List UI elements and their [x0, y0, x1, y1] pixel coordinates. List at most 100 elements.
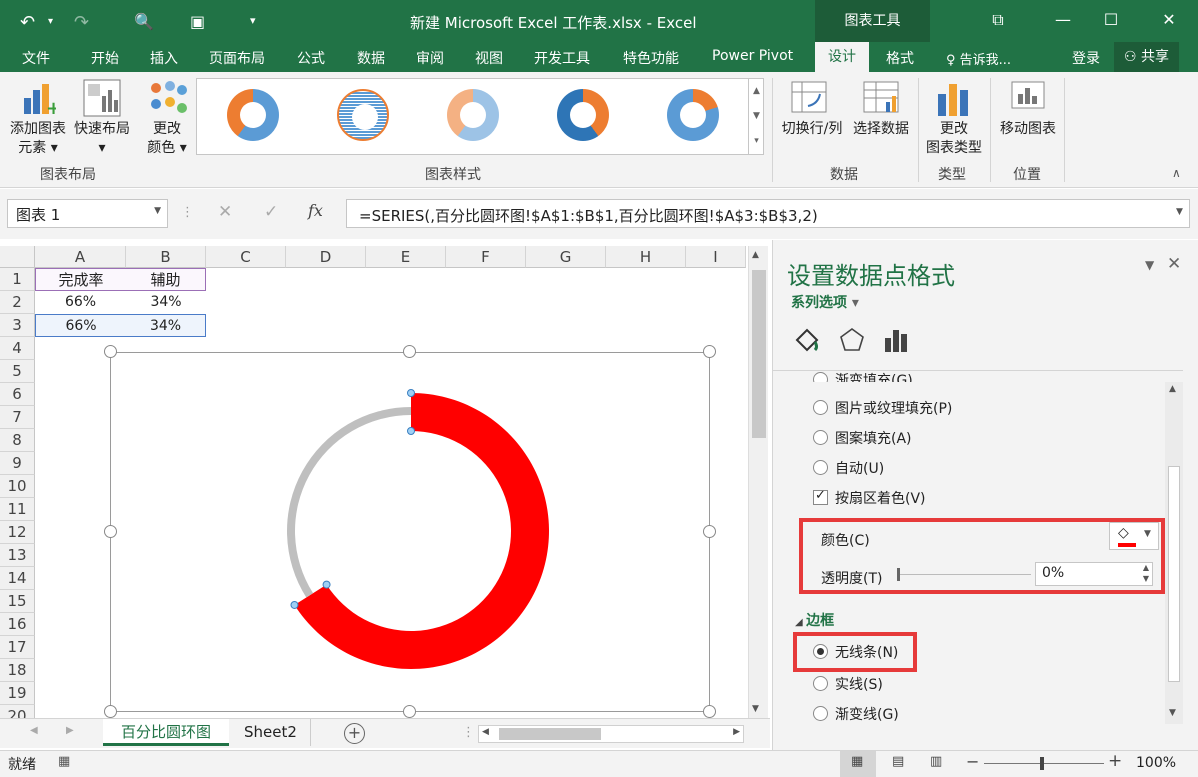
scroll-tabs-right-icon[interactable]: ▶	[66, 725, 74, 736]
row-header[interactable]: 8	[0, 429, 35, 452]
column-header[interactable]: E	[366, 246, 446, 268]
slice-selection-handle[interactable]	[322, 580, 331, 589]
row-header[interactable]: 10	[0, 475, 35, 498]
gallery-scroll[interactable]: ▲ ▼ ▾	[748, 79, 764, 154]
row-header[interactable]: 20	[0, 705, 35, 718]
scroll-up-icon[interactable]: ▲	[752, 250, 759, 260]
cell-b3[interactable]: 34%	[126, 314, 206, 337]
worksheet-grid[interactable]: A B C D E F G H I 1 2 3 4 5 6 7 8 9 10 1…	[0, 240, 770, 718]
column-header[interactable]: A	[35, 246, 126, 268]
chart-style-3[interactable]	[447, 89, 499, 141]
chart-style-5[interactable]	[667, 89, 719, 141]
resize-handle[interactable]	[403, 705, 416, 718]
scroll-down-icon[interactable]: ▼	[752, 704, 759, 714]
row-header[interactable]: 17	[0, 636, 35, 659]
change-colors-button[interactable]: 更改 颜色 ▾	[140, 120, 194, 158]
tab-page-layout[interactable]: 页面布局	[209, 48, 265, 68]
chart-area[interactable]	[110, 352, 710, 712]
tab-formulas[interactable]: 公式	[297, 48, 325, 68]
macro-record-icon[interactable]: ▦	[58, 754, 70, 769]
tab-developer[interactable]: 开发工具	[534, 48, 590, 68]
ribbon-display-icon[interactable]: ⧉	[975, 0, 1021, 42]
maximize-button[interactable]: ☐	[1088, 0, 1134, 42]
resize-handle[interactable]	[104, 705, 117, 718]
resize-handle[interactable]	[104, 345, 117, 358]
column-header[interactable]: C	[206, 246, 286, 268]
scroll-thumb[interactable]	[752, 270, 766, 438]
column-header[interactable]: D	[286, 246, 366, 268]
donut-slice-1[interactable]	[294, 393, 549, 669]
print-preview-icon[interactable]: 🔍	[134, 12, 154, 31]
tab-insert[interactable]: 插入	[150, 48, 178, 68]
chart-style-1[interactable]	[227, 89, 279, 141]
row-header[interactable]: 4	[0, 337, 35, 360]
zoom-level[interactable]: 100%	[1136, 755, 1176, 771]
tell-me-search[interactable]: ♀ 告诉我...	[946, 49, 1011, 68]
collapse-ribbon-icon[interactable]: ∧	[1172, 166, 1181, 180]
cell-b2[interactable]: 34%	[126, 291, 206, 314]
scroll-down-icon[interactable]: ▼	[1169, 708, 1176, 718]
sheet-tab[interactable]: Sheet2	[231, 719, 311, 746]
row-header[interactable]: 6	[0, 383, 35, 406]
vary-colors-checkbox[interactable]: ✓ 按扇区着色(V)	[813, 488, 926, 508]
tab-power-pivot[interactable]: Power Pivot	[712, 48, 793, 64]
tab-special[interactable]: 特色功能	[623, 48, 679, 68]
fill-option-pattern[interactable]: 图案填充(A)	[813, 428, 912, 448]
chevron-down-icon[interactable]: ▼	[154, 206, 161, 216]
name-box[interactable]: 图表 1 ▼	[7, 199, 168, 228]
border-option-gradient[interactable]: 渐变线(G)	[813, 704, 899, 724]
chart-style-4[interactable]	[557, 89, 609, 141]
undo-icon[interactable]: ↶	[20, 12, 35, 33]
switch-row-col-button[interactable]: 切换行/列	[778, 120, 846, 139]
fill-option-auto[interactable]: 自动(U)	[813, 458, 884, 478]
share-button[interactable]: ⚇ 共享	[1114, 42, 1180, 72]
horizontal-scrollbar[interactable]: ◀ ▶	[478, 725, 744, 743]
effects-icon[interactable]	[839, 326, 865, 358]
row-header[interactable]: 16	[0, 613, 35, 636]
scroll-up-icon[interactable]: ▲	[1169, 384, 1176, 394]
series-options-dropdown[interactable]: 系列选项 ▾	[791, 292, 859, 312]
resize-handle[interactable]	[703, 705, 716, 718]
pane-scrollbar[interactable]: ▲ ▼	[1165, 382, 1183, 724]
tab-data[interactable]: 数据	[357, 48, 385, 68]
pane-options-icon[interactable]: ▼	[1145, 258, 1154, 272]
transparency-input[interactable]: 0% ▲ ▼	[1035, 562, 1153, 586]
row-header[interactable]: 3	[0, 314, 35, 337]
checkbox[interactable]: ✓	[813, 488, 828, 505]
scroll-left-icon[interactable]: ◀	[482, 727, 489, 737]
scroll-thumb[interactable]	[1168, 466, 1180, 682]
zoom-slider[interactable]	[984, 757, 1104, 770]
tab-design[interactable]: 设计	[815, 42, 869, 72]
spinner-icon[interactable]: ▲ ▼	[1143, 562, 1149, 584]
donut-chart[interactable]	[111, 353, 711, 713]
slice-selection-handle[interactable]	[407, 427, 415, 435]
row-header[interactable]: 13	[0, 544, 35, 567]
cell-a2[interactable]: 66%	[35, 291, 126, 314]
redo-icon[interactable]: ↷	[74, 12, 89, 33]
scroll-thumb[interactable]	[499, 728, 601, 740]
fill-option-picture[interactable]: 图片或纹理填充(P)	[813, 398, 952, 418]
radio-button[interactable]	[813, 676, 828, 691]
radio-button[interactable]	[813, 430, 828, 445]
tab-review[interactable]: 审阅	[416, 48, 444, 68]
tab-file[interactable]: 文件	[22, 48, 50, 68]
zoom-thumb[interactable]	[1040, 757, 1044, 770]
tab-view[interactable]: 视图	[475, 48, 503, 68]
row-header[interactable]: 18	[0, 659, 35, 682]
cell-b1[interactable]: 辅助	[126, 268, 206, 291]
resize-handle[interactable]	[703, 525, 716, 538]
sheet-tab-active[interactable]: 百分比圆环图	[103, 719, 229, 746]
pane-close-icon[interactable]: ✕	[1167, 254, 1181, 274]
vertical-scrollbar[interactable]: ▲ ▼	[748, 246, 768, 718]
select-data-button[interactable]: 选择数据	[848, 120, 914, 139]
column-header[interactable]: F	[446, 246, 526, 268]
resize-handle[interactable]	[403, 345, 416, 358]
scroll-right-icon[interactable]: ▶	[733, 727, 740, 737]
row-header[interactable]: 15	[0, 590, 35, 613]
row-header[interactable]: 2	[0, 291, 35, 314]
fill-line-icon[interactable]	[793, 326, 821, 358]
radio-button[interactable]	[813, 460, 828, 475]
insert-function-icon[interactable]: fx	[308, 201, 323, 220]
chart-style-2[interactable]	[337, 89, 389, 141]
expand-formula-icon[interactable]: ▼	[1176, 207, 1183, 217]
